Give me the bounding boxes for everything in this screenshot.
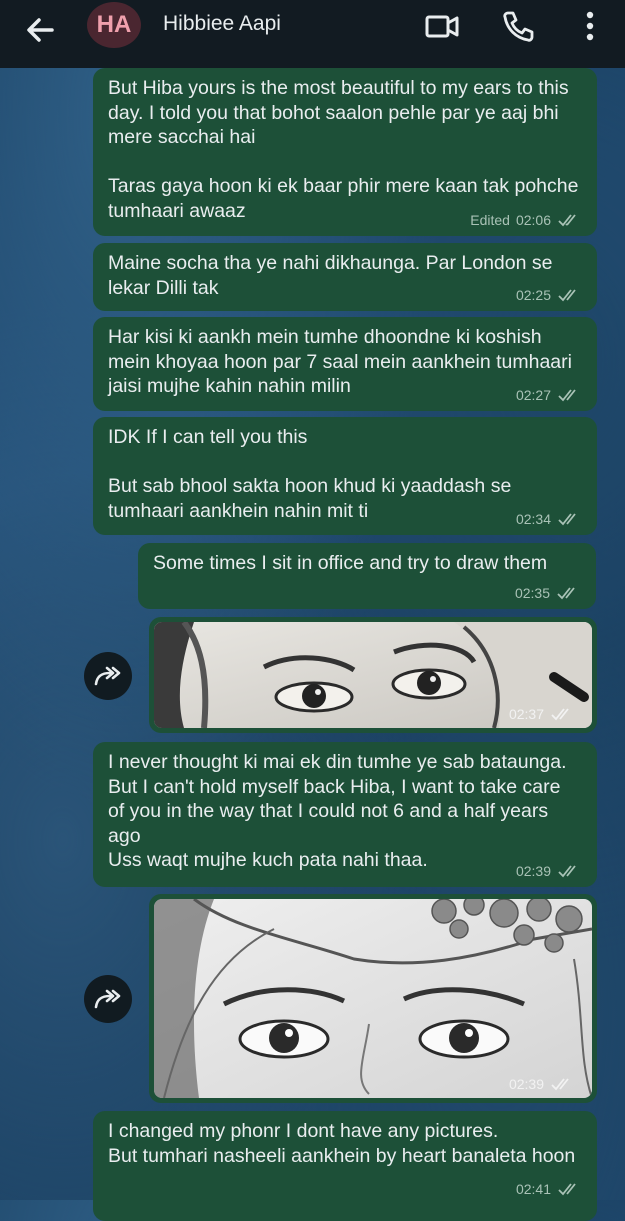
double-check-icon <box>558 389 576 402</box>
more-options-icon[interactable] <box>570 6 610 46</box>
double-check-icon <box>551 1078 569 1091</box>
message-meta: 02:41 <box>516 1177 583 1202</box>
message-meta: 02:35 <box>515 581 582 606</box>
image-message[interactable]: 02:39 <box>149 894 597 1103</box>
message-meta: 02:37 <box>509 706 576 722</box>
message-bubble[interactable]: But Hiba yours is the most beautiful to … <box>93 68 597 236</box>
message-bubble[interactable]: Har kisi ki aankh mein tumhe dhoondne ki… <box>93 317 597 411</box>
forward-icon <box>94 989 121 1009</box>
message-time: 02:41 <box>515 1180 551 1197</box>
back-arrow-icon[interactable] <box>22 10 62 50</box>
message-bubble[interactable]: Some times I sit in office and try to dr… <box>138 543 596 609</box>
message-time: 02:35 <box>514 584 550 601</box>
message-text: IDK If I can tell you this But sab bhool… <box>108 426 512 522</box>
message-time: 02:37 <box>508 706 544 722</box>
double-check-icon <box>558 214 576 227</box>
message-text: Har kisi ki aankh mein tumhe dhoondne ki… <box>108 326 578 397</box>
message-time: 02:06 <box>515 211 551 228</box>
message-bubble[interactable]: I changed my phonr I dont have any pictu… <box>93 1111 597 1221</box>
sketch-image[interactable]: 02:37 <box>154 622 592 728</box>
message-meta: 02:25 <box>516 283 583 308</box>
forward-button[interactable] <box>84 975 132 1023</box>
edited-label: Edited <box>470 211 510 228</box>
message-meta: 02:27 <box>516 383 583 408</box>
message-text: Maine socha tha ye nahi dikhaunga. Par L… <box>108 252 558 299</box>
video-call-icon[interactable] <box>422 6 462 46</box>
forward-icon <box>94 666 121 686</box>
double-check-icon <box>557 587 575 600</box>
message-meta: 02:39 <box>516 859 583 884</box>
message-meta: 02:34 <box>516 507 583 532</box>
message-meta: 02:39 <box>509 1076 576 1092</box>
message-meta: Edited 02:06 <box>470 208 583 233</box>
message-text: I changed my phonr I dont have any pictu… <box>108 1120 576 1167</box>
message-time: 02:39 <box>508 1076 544 1092</box>
message-text: But Hiba yours is the most beautiful to … <box>108 77 579 222</box>
message-bubble[interactable]: Maine socha tha ye nahi dikhaunga. Par L… <box>93 243 597 311</box>
message-bubble[interactable]: I never thought ki mai ek din tumhe ye s… <box>93 742 597 887</box>
pencil-sketch-eyes-flowers-image <box>154 899 592 1098</box>
image-message[interactable]: 02:37 <box>149 617 597 733</box>
double-check-icon <box>551 708 569 721</box>
double-check-icon <box>558 1183 576 1196</box>
double-check-icon <box>558 865 576 878</box>
message-bubble[interactable]: IDK If I can tell you this But sab bhool… <box>93 417 597 535</box>
message-time: 02:34 <box>515 510 551 527</box>
phone-icon[interactable] <box>498 6 538 46</box>
forward-button[interactable] <box>84 652 132 700</box>
message-time: 02:39 <box>515 862 551 879</box>
message-text: I never thought ki mai ek din tumhe ye s… <box>108 751 567 871</box>
double-check-icon <box>558 513 576 526</box>
message-text: Some times I sit in office and try to dr… <box>153 552 548 574</box>
chat-header: HA Hibbiee Aapi <box>0 0 625 68</box>
sketch-image[interactable]: 02:39 <box>154 899 592 1098</box>
contact-name[interactable]: Hibbiee Aapi <box>163 12 281 36</box>
message-time: 02:25 <box>515 286 551 303</box>
message-time: 02:27 <box>515 386 551 403</box>
double-check-icon <box>558 289 576 302</box>
avatar[interactable]: HA <box>87 2 141 48</box>
